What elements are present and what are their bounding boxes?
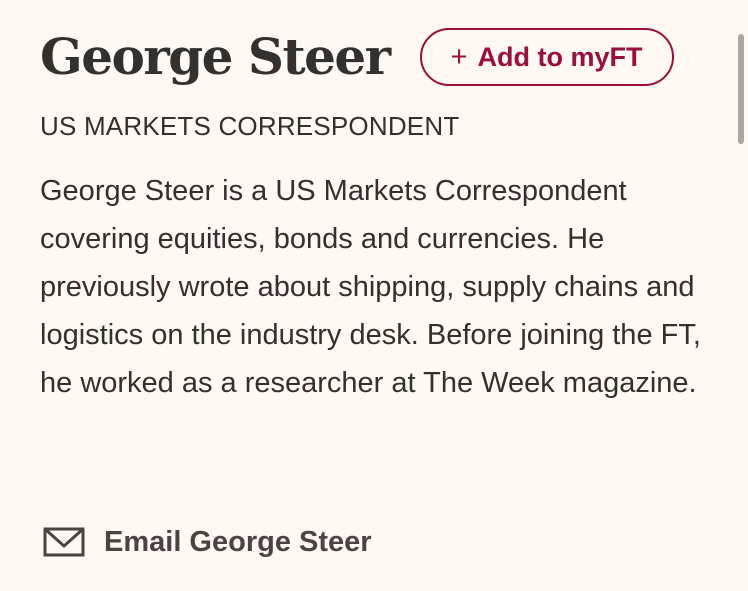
mail-icon (43, 527, 85, 557)
plus-icon: + (450, 40, 468, 73)
author-header: George Steer + Add to myFT (40, 24, 674, 90)
add-to-myft-button[interactable]: + Add to myFT (419, 28, 674, 86)
email-author-label: Email George Steer (104, 525, 372, 558)
vertical-scrollbar[interactable] (738, 34, 744, 144)
add-to-myft-label: Add to myFT (477, 41, 643, 72)
author-profile: George Steer + Add to myFT US MARKETS CO… (0, 0, 748, 591)
author-bio: George Steer is a US Markets Corresponde… (40, 175, 701, 399)
author-name: George Steer (40, 27, 391, 86)
author-role: US MARKETS CORRESPONDENT (40, 111, 460, 141)
email-author-link[interactable]: Email George Steer (42, 522, 372, 562)
